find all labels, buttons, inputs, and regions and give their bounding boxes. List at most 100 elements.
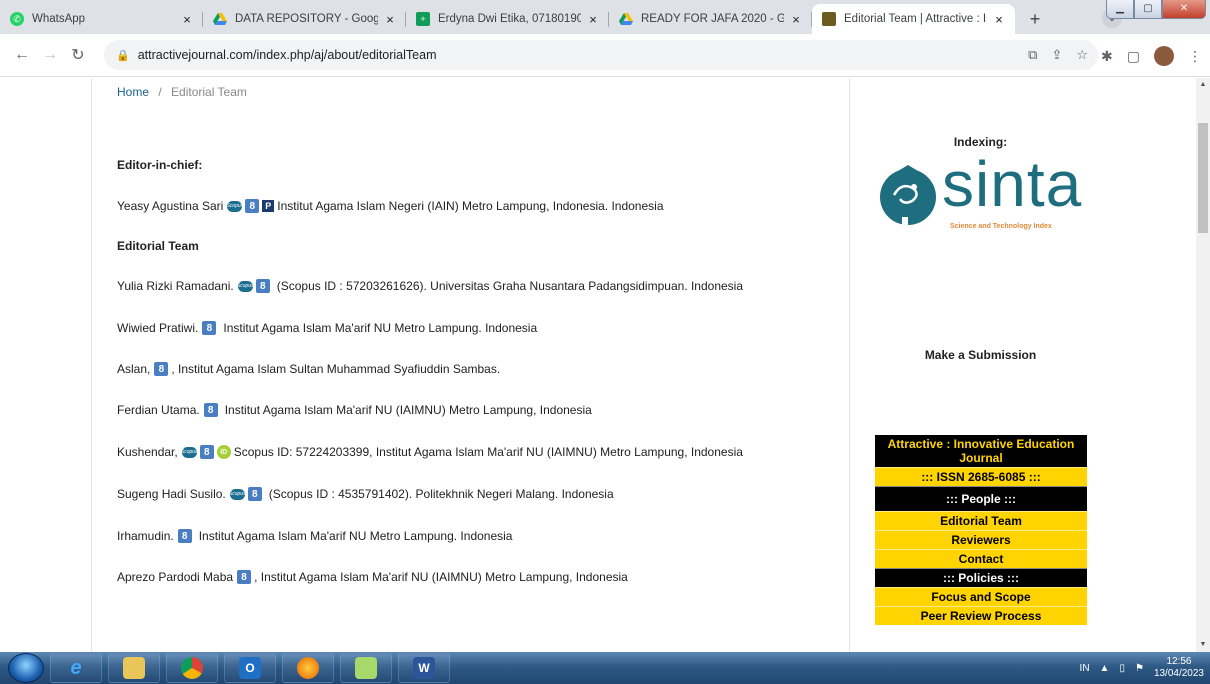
maximize-icon[interactable]: ▢ [1134, 0, 1162, 19]
person-name: Sugeng Hadi Susilo. [117, 487, 226, 501]
menu-icon[interactable]: ⋮ [1188, 48, 1202, 65]
close-icon[interactable]: × [991, 12, 1007, 27]
flag-icon[interactable]: ⚑ [1135, 663, 1144, 674]
person-detail: , Institut Agama Islam Sultan Muhammad S… [171, 362, 501, 376]
clock[interactable]: 12:56 13/04/2023 [1154, 656, 1204, 680]
scrollbar-thumb[interactable] [1198, 123, 1208, 233]
sinta-logo[interactable]: sinta Science and Technology Index [874, 148, 1088, 235]
minimize-icon[interactable]: ▁ [1106, 0, 1134, 19]
folder-icon [123, 657, 145, 679]
sticky-notes-icon [355, 657, 377, 679]
person-detail: Institut Agama Islam Ma'arif NU Metro La… [223, 321, 538, 335]
menu-item-peer-review[interactable]: Peer Review Process [875, 606, 1087, 625]
lock-icon[interactable]: 🔒 [116, 49, 130, 62]
policies-heading: ::: Policies ::: [875, 568, 1087, 587]
journal-issn: ::: ISSN 2685-6085 ::: [875, 467, 1087, 486]
person-name: Ferdian Utama. [117, 403, 200, 417]
chrome-icon [181, 657, 203, 679]
reload-icon[interactable]: ↻ [64, 41, 92, 69]
person-name: Kushendar, [117, 445, 178, 459]
person-name: Aprezo Pardodi Maba [117, 570, 234, 584]
orcid-icon[interactable]: iD [216, 445, 231, 459]
google-scholar-icon[interactable]: 8 [154, 362, 169, 376]
scopus-icon[interactable]: Scopus [181, 446, 198, 458]
close-icon[interactable]: × [788, 12, 804, 27]
google-scholar-icon[interactable]: 8 [247, 487, 262, 501]
google-scholar-icon[interactable]: 8 [245, 199, 260, 213]
tab-title: READY FOR JAFA 2020 - Goog [641, 13, 784, 25]
translate-icon[interactable]: ⧉ [1028, 47, 1037, 63]
tray-expand-icon[interactable]: ▲ [1100, 663, 1110, 674]
google-scholar-icon[interactable]: 8 [202, 321, 217, 335]
team-member: Sugeng Hadi Susilo. Scopus 8 (Scopus ID … [117, 487, 614, 501]
window-close-icon[interactable]: ✕ [1162, 0, 1206, 19]
scopus-icon[interactable]: Scopus [226, 200, 243, 212]
address-bar[interactable]: 🔒 attractivejournal.com/index.php/aj/abo… [104, 40, 1098, 70]
scopus-icon[interactable]: Scopus [237, 280, 254, 292]
new-tab-button[interactable]: + [1021, 5, 1049, 33]
share-icon[interactable]: ⇪ [1051, 47, 1062, 63]
start-button[interactable] [8, 653, 44, 683]
taskbar-word[interactable]: W [398, 653, 450, 683]
taskbar-chrome[interactable] [166, 653, 218, 683]
editor-in-chief-entry: Yeasy Agustina Sari Scopus 8 P Institut … [117, 199, 664, 213]
clock-time: 12:56 [1166, 656, 1192, 667]
tab-editorial-team[interactable]: Editorial Team | Attractive : Inn × [812, 4, 1015, 34]
scroll-down-icon[interactable]: ▼ [1196, 638, 1210, 652]
person-detail: Institut Agama Islam Ma'arif NU (IAIMNU)… [224, 403, 592, 417]
side-panel-icon[interactable]: ▢ [1127, 48, 1140, 65]
tab-data-repository[interactable]: DATA REPOSITORY - Google D × [203, 4, 406, 34]
publons-icon[interactable]: P [262, 200, 275, 212]
menu-item-focus-scope[interactable]: Focus and Scope [875, 587, 1087, 606]
sinta-emblem-icon [880, 165, 936, 225]
google-scholar-icon[interactable]: 8 [237, 570, 252, 584]
editorial-team-heading: Editorial Team [117, 239, 199, 253]
google-scholar-icon[interactable]: 8 [199, 445, 214, 459]
breadcrumb-separator: / [158, 85, 162, 99]
google-scholar-icon[interactable]: 8 [203, 403, 218, 417]
person-detail: , Institut Agama Islam Ma'arif NU (IAIMN… [254, 570, 628, 584]
close-icon[interactable]: × [179, 12, 195, 27]
close-icon[interactable]: × [382, 12, 398, 27]
taskbar-ie[interactable]: e [50, 653, 102, 683]
menu-item-reviewers[interactable]: Reviewers [875, 530, 1087, 549]
system-tray: IN ▲ ▯ ⚑ 12:56 13/04/2023 [1080, 652, 1204, 684]
person-detail: (Scopus ID : 57203261626). Universitas G… [276, 279, 744, 293]
taskbar-outlook[interactable]: O [224, 653, 276, 683]
breadcrumb-current: Editorial Team [171, 85, 247, 99]
window-controls: ▁ ▢ ✕ [1106, 0, 1206, 19]
drive-icon [213, 12, 227, 26]
forward-icon[interactable]: → [36, 41, 64, 69]
google-scholar-icon[interactable]: 8 [255, 279, 270, 293]
back-icon[interactable]: ← [8, 41, 36, 69]
breadcrumb-home-link[interactable]: Home [117, 85, 149, 99]
content-left-border [91, 78, 92, 652]
tab-ready-for-jafa[interactable]: READY FOR JAFA 2020 - Goog × [609, 4, 812, 34]
vertical-scrollbar[interactable]: ▲ ▼ [1196, 78, 1210, 652]
menu-item-contact[interactable]: Contact [875, 549, 1087, 568]
scopus-icon[interactable]: Scopus [229, 488, 246, 500]
google-scholar-icon[interactable]: 8 [177, 529, 192, 543]
tab-erdyna[interactable]: + Erdyna Dwi Etika, 0718019001 × [406, 4, 609, 34]
scroll-up-icon[interactable]: ▲ [1196, 78, 1210, 92]
taskbar-explorer[interactable] [108, 653, 160, 683]
browser-toolbar: ← → ↻ 🔒 attractivejournal.com/index.php/… [0, 34, 1210, 77]
tab-title: DATA REPOSITORY - Google D [235, 13, 378, 25]
taskbar-firefox[interactable] [282, 653, 334, 683]
drive-icon [619, 12, 633, 26]
url-text[interactable]: attractivejournal.com/index.php/aj/about… [138, 48, 1028, 62]
battery-icon[interactable]: ▯ [1119, 663, 1125, 674]
bookmark-star-icon[interactable]: ☆ [1076, 47, 1088, 63]
journal-icon [822, 12, 836, 26]
extensions-icon[interactable]: ✱ [1101, 48, 1113, 65]
person-name: Yulia Rizki Ramadani. [117, 279, 234, 293]
team-member: Aslan, 8 , Institut Agama Islam Sultan M… [117, 362, 500, 376]
windows-taskbar: e O W IN ▲ ▯ ⚑ 12:56 13/04/2023 [0, 652, 1210, 684]
profile-avatar[interactable] [1154, 46, 1174, 66]
internet-explorer-icon: e [70, 656, 82, 679]
taskbar-notes[interactable] [340, 653, 392, 683]
tab-whatsapp[interactable]: ✆ WhatsApp × [0, 4, 203, 34]
menu-item-editorial-team[interactable]: Editorial Team [875, 511, 1087, 530]
close-icon[interactable]: × [585, 12, 601, 27]
language-indicator[interactable]: IN [1080, 663, 1090, 674]
